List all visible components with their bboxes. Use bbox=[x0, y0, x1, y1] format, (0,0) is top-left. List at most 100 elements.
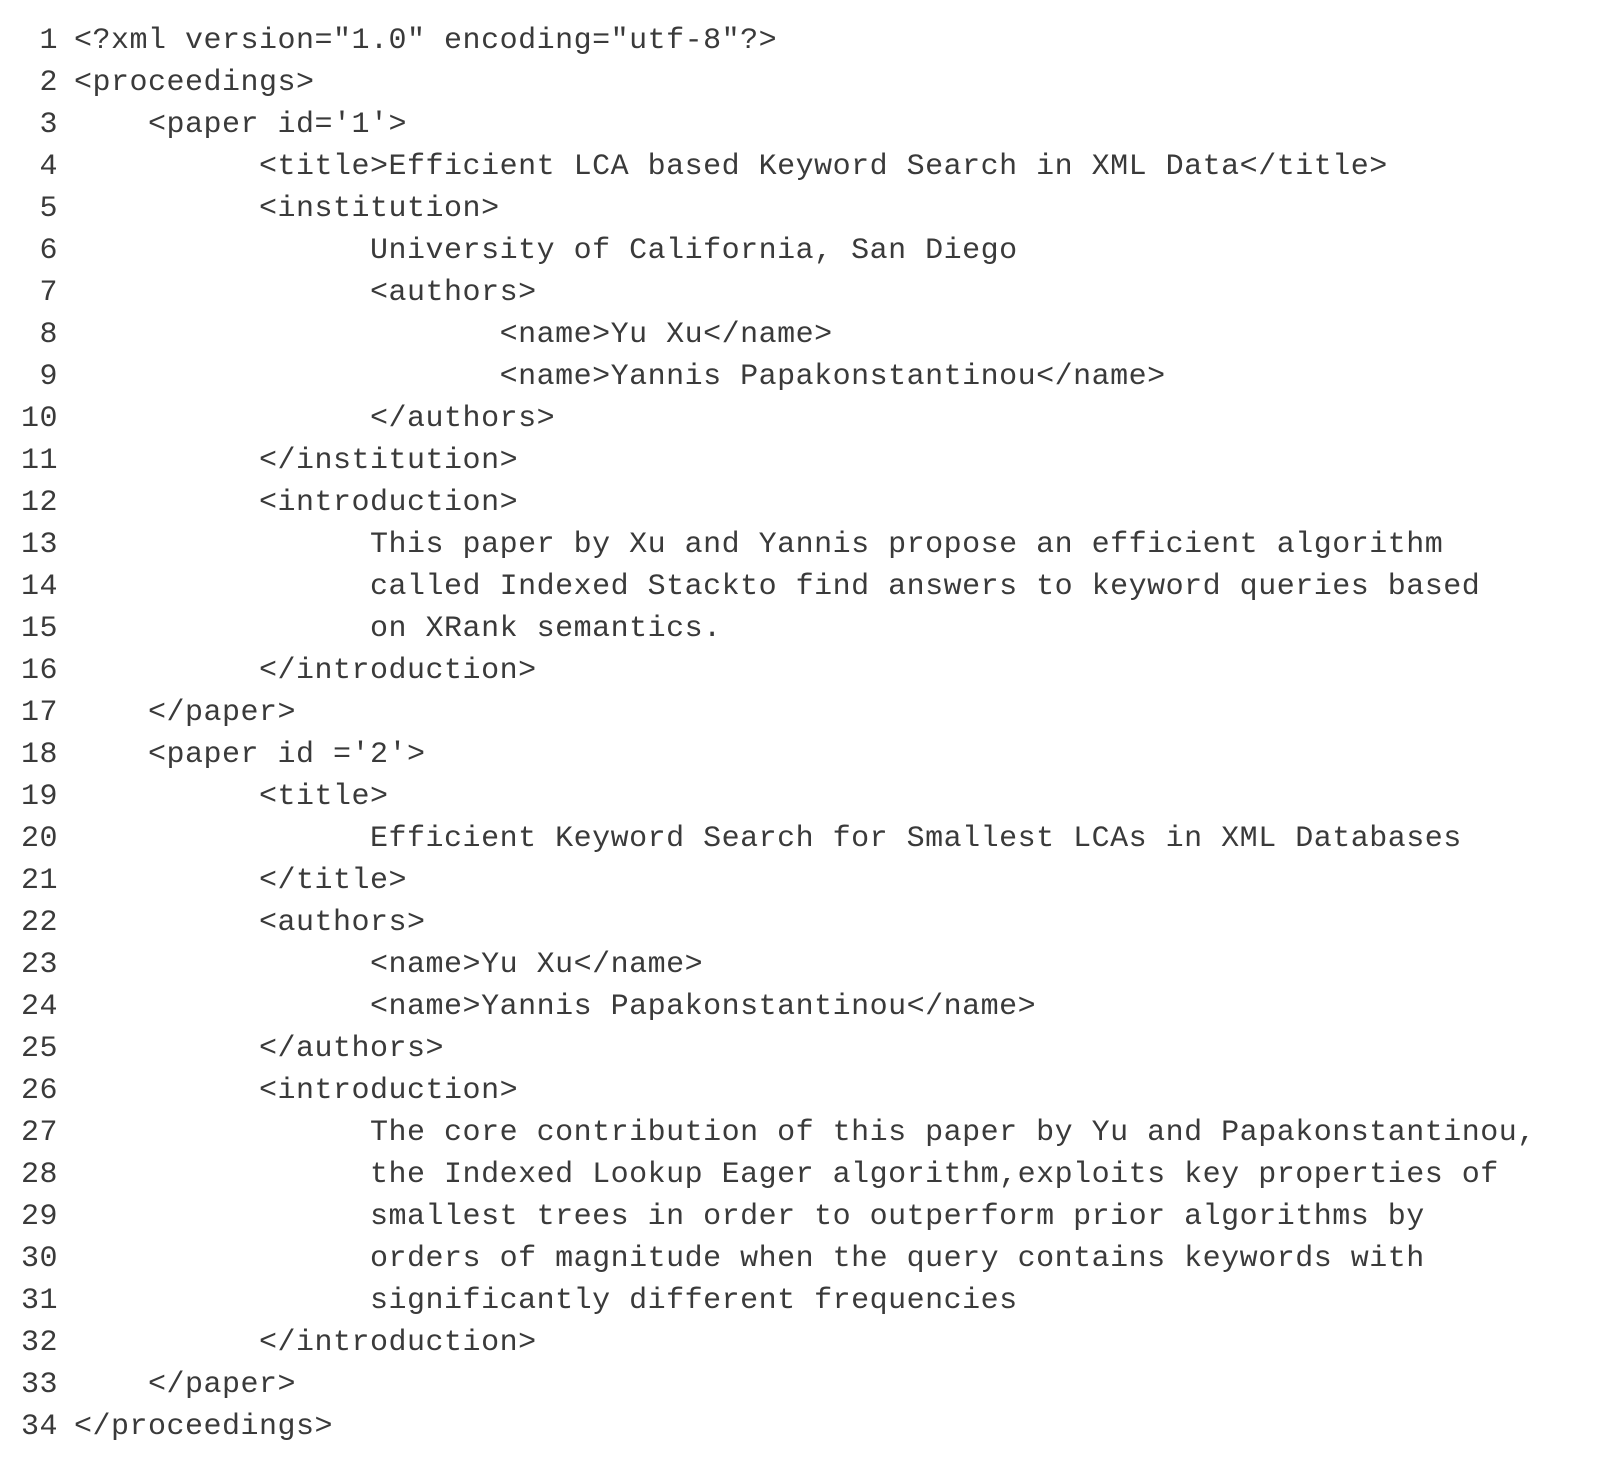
line-code: <name>Yu Xu</name> bbox=[74, 314, 1600, 356]
code-line: 29 smallest trees in order to outperform… bbox=[0, 1196, 1600, 1238]
line-code: <name>Yannis Papakonstantinou</name> bbox=[74, 986, 1600, 1028]
line-code: <authors> bbox=[74, 272, 1600, 314]
line-number: 7 bbox=[0, 272, 74, 314]
line-number: 18 bbox=[0, 734, 74, 776]
code-line: 14 called Indexed Stackto find answers t… bbox=[0, 566, 1600, 608]
code-line: 16 </introduction> bbox=[0, 650, 1600, 692]
line-code: </institution> bbox=[74, 440, 1600, 482]
code-line: 8 <name>Yu Xu</name> bbox=[0, 314, 1600, 356]
line-number: 2 bbox=[0, 62, 74, 104]
line-number: 23 bbox=[0, 944, 74, 986]
line-number: 28 bbox=[0, 1154, 74, 1196]
code-line: 4 <title>Efficient LCA based Keyword Sea… bbox=[0, 146, 1600, 188]
line-number: 24 bbox=[0, 986, 74, 1028]
line-number: 13 bbox=[0, 524, 74, 566]
line-code: </title> bbox=[74, 860, 1600, 902]
code-line: 33 </paper> bbox=[0, 1364, 1600, 1406]
code-line: 34</proceedings> bbox=[0, 1406, 1600, 1448]
line-number: 30 bbox=[0, 1238, 74, 1280]
code-line: 12 <introduction> bbox=[0, 482, 1600, 524]
line-code: <authors> bbox=[74, 902, 1600, 944]
line-number: 8 bbox=[0, 314, 74, 356]
line-number: 26 bbox=[0, 1070, 74, 1112]
code-line: 11 </institution> bbox=[0, 440, 1600, 482]
code-line: 17 </paper> bbox=[0, 692, 1600, 734]
line-code: </authors> bbox=[74, 398, 1600, 440]
line-number: 32 bbox=[0, 1322, 74, 1364]
line-number: 27 bbox=[0, 1112, 74, 1154]
code-line: 31 significantly different frequencies bbox=[0, 1280, 1600, 1322]
line-code: <name>Yannis Papakonstantinou</name> bbox=[74, 356, 1600, 398]
line-code: This paper by Xu and Yannis propose an e… bbox=[74, 524, 1600, 566]
line-number: 15 bbox=[0, 608, 74, 650]
line-code: <introduction> bbox=[74, 1070, 1600, 1112]
line-code: </proceedings> bbox=[74, 1406, 1600, 1448]
line-code: </paper> bbox=[74, 692, 1600, 734]
line-number: 6 bbox=[0, 230, 74, 272]
line-number: 19 bbox=[0, 776, 74, 818]
code-line: 10 </authors> bbox=[0, 398, 1600, 440]
line-number: 17 bbox=[0, 692, 74, 734]
line-code: significantly different frequencies bbox=[74, 1280, 1600, 1322]
line-code: <name>Yu Xu</name> bbox=[74, 944, 1600, 986]
code-line: 24 <name>Yannis Papakonstantinou</name> bbox=[0, 986, 1600, 1028]
code-line: 7 <authors> bbox=[0, 272, 1600, 314]
line-code: The core contribution of this paper by Y… bbox=[74, 1112, 1600, 1154]
code-line: 27 The core contribution of this paper b… bbox=[0, 1112, 1600, 1154]
line-number: 10 bbox=[0, 398, 74, 440]
code-line: 9 <name>Yannis Papakonstantinou</name> bbox=[0, 356, 1600, 398]
line-code: the Indexed Lookup Eager algorithm,explo… bbox=[74, 1154, 1600, 1196]
line-code: <title> bbox=[74, 776, 1600, 818]
line-number: 25 bbox=[0, 1028, 74, 1070]
line-code: </introduction> bbox=[74, 1322, 1600, 1364]
line-number: 9 bbox=[0, 356, 74, 398]
line-number: 5 bbox=[0, 188, 74, 230]
line-code: </introduction> bbox=[74, 650, 1600, 692]
line-number: 1 bbox=[0, 20, 74, 62]
line-code: <paper id ='2'> bbox=[74, 734, 1600, 776]
line-code: </authors> bbox=[74, 1028, 1600, 1070]
line-number: 3 bbox=[0, 104, 74, 146]
line-code: <?xml version="1.0" encoding="utf-8"?> bbox=[74, 20, 1600, 62]
line-number: 11 bbox=[0, 440, 74, 482]
line-code: <introduction> bbox=[74, 482, 1600, 524]
code-line: 26 <introduction> bbox=[0, 1070, 1600, 1112]
code-line: 23 <name>Yu Xu</name> bbox=[0, 944, 1600, 986]
code-line: 30 orders of magnitude when the query co… bbox=[0, 1238, 1600, 1280]
line-code: called Indexed Stackto find answers to k… bbox=[74, 566, 1600, 608]
line-code: <title>Efficient LCA based Keyword Searc… bbox=[74, 146, 1600, 188]
code-line: 28 the Indexed Lookup Eager algorithm,ex… bbox=[0, 1154, 1600, 1196]
line-code: <proceedings> bbox=[74, 62, 1600, 104]
line-number: 16 bbox=[0, 650, 74, 692]
code-line: 1<?xml version="1.0" encoding="utf-8"?> bbox=[0, 20, 1600, 62]
line-number: 21 bbox=[0, 860, 74, 902]
line-code: smallest trees in order to outperform pr… bbox=[74, 1196, 1600, 1238]
line-code: on XRank semantics. bbox=[74, 608, 1600, 650]
line-number: 4 bbox=[0, 146, 74, 188]
code-listing: 1<?xml version="1.0" encoding="utf-8"?>2… bbox=[0, 20, 1600, 1448]
code-line: 6 University of California, San Diego bbox=[0, 230, 1600, 272]
line-number: 29 bbox=[0, 1196, 74, 1238]
line-code: University of California, San Diego bbox=[74, 230, 1600, 272]
code-line: 22 <authors> bbox=[0, 902, 1600, 944]
line-number: 31 bbox=[0, 1280, 74, 1322]
line-code: <institution> bbox=[74, 188, 1600, 230]
code-line: 25 </authors> bbox=[0, 1028, 1600, 1070]
line-number: 34 bbox=[0, 1406, 74, 1448]
code-line: 32 </introduction> bbox=[0, 1322, 1600, 1364]
code-line: 18 <paper id ='2'> bbox=[0, 734, 1600, 776]
line-number: 12 bbox=[0, 482, 74, 524]
line-code: Efficient Keyword Search for Smallest LC… bbox=[74, 818, 1600, 860]
line-number: 20 bbox=[0, 818, 74, 860]
line-code: </paper> bbox=[74, 1364, 1600, 1406]
code-line: 20 Efficient Keyword Search for Smallest… bbox=[0, 818, 1600, 860]
code-line: 2<proceedings> bbox=[0, 62, 1600, 104]
line-code: <paper id='1'> bbox=[74, 104, 1600, 146]
line-number: 22 bbox=[0, 902, 74, 944]
line-number: 14 bbox=[0, 566, 74, 608]
line-code: orders of magnitude when the query conta… bbox=[74, 1238, 1600, 1280]
line-number: 33 bbox=[0, 1364, 74, 1406]
code-line: 13 This paper by Xu and Yannis propose a… bbox=[0, 524, 1600, 566]
code-line: 3 <paper id='1'> bbox=[0, 104, 1600, 146]
code-line: 5 <institution> bbox=[0, 188, 1600, 230]
